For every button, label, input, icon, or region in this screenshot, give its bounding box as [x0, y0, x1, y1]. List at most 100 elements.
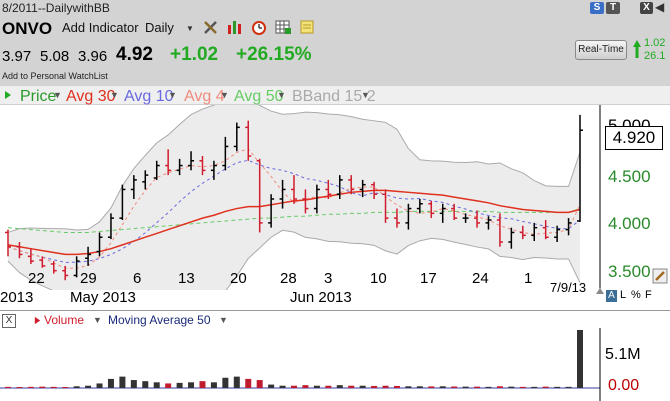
volume-bar — [474, 386, 481, 388]
period-select[interactable]: Daily — [145, 20, 174, 35]
volume-bar — [245, 378, 252, 388]
volume-zero-label: 0.00 — [608, 377, 640, 394]
x-tick: 29 — [80, 270, 97, 287]
chevron-down-icon[interactable]: ▼ — [186, 24, 194, 33]
y-tick-3500: 3.500 — [608, 262, 651, 281]
month-label: 2013 — [0, 289, 34, 306]
volume-bar — [348, 385, 355, 388]
scale-f-button[interactable]: F — [645, 289, 652, 301]
symbol-label[interactable]: ONVO — [2, 19, 52, 39]
volume-bar — [451, 386, 458, 388]
add-to-watchlist-link[interactable]: Add to Personal WatchList — [2, 71, 108, 81]
volume-bar — [130, 380, 137, 388]
volume-bar — [313, 385, 320, 388]
x-tick: 6 — [133, 270, 142, 287]
volume-bar — [210, 382, 217, 388]
x-tick: 1 — [524, 270, 533, 287]
volume-bar — [359, 385, 366, 388]
chevron-down-icon[interactable]: ▼ — [277, 90, 286, 100]
volume-bar — [153, 382, 160, 388]
volume-bar — [73, 386, 80, 388]
chevron-down-icon[interactable]: ▼ — [53, 90, 62, 100]
chevron-down-icon[interactable]: ▼ — [219, 315, 228, 325]
moving-average-label[interactable]: Moving Average 50 — [108, 313, 211, 327]
close-volume-button[interactable]: X — [2, 314, 16, 328]
legend-avg4[interactable]: Avg 4 — [184, 88, 225, 106]
chart-title: 8/2011--DailywithBB — [2, 1, 110, 15]
side-change-value: 1.02 — [644, 37, 666, 49]
volume-bar — [142, 381, 149, 388]
volume-bar — [119, 376, 126, 388]
volume-bar — [39, 386, 46, 388]
chevron-down-icon[interactable]: ▼ — [361, 90, 370, 100]
low-price: 3.96 — [78, 48, 108, 65]
volume-bar — [199, 381, 206, 388]
x-tick: 13 — [178, 270, 195, 287]
chevron-down-icon[interactable]: ▼ — [220, 90, 229, 100]
s-badge-button[interactable]: S — [590, 2, 604, 14]
volume-bar — [188, 382, 195, 388]
alarm-clock-icon[interactable] — [250, 18, 268, 36]
price-chart[interactable] — [0, 105, 670, 290]
x-tick: 10 — [370, 270, 387, 287]
scale-a-button[interactable]: A — [606, 290, 617, 302]
legend-price[interactable]: Price — [20, 88, 56, 106]
y-tick-4000: 4.000 — [608, 214, 651, 233]
collapse-arrow-button[interactable]: ◀ — [655, 0, 664, 14]
y-tick-4500: 4.500 — [608, 167, 651, 186]
x-tick: 20 — [230, 270, 247, 287]
volume-bar — [519, 386, 526, 388]
volume-bar — [291, 385, 297, 388]
scale-log-button[interactable]: L — [620, 289, 626, 301]
volume-bar — [222, 377, 229, 388]
bars-icon[interactable] — [226, 18, 244, 36]
chevron-down-icon[interactable]: ▼ — [93, 315, 102, 325]
x-tick: 17 — [420, 270, 437, 287]
price-change: +1.02 — [170, 44, 219, 65]
x-tick: 28 — [280, 270, 297, 287]
x-tick: 3 — [324, 270, 333, 287]
close-button[interactable]: X — [640, 2, 653, 14]
volume-bar — [5, 386, 11, 388]
high-price: 5.08 — [40, 48, 70, 65]
chevron-down-icon[interactable]: ▼ — [168, 90, 177, 100]
current-price-box: 4.920 — [605, 126, 663, 150]
open-price: 3.97 — [2, 48, 32, 65]
scale-percent-button[interactable]: % — [631, 289, 641, 301]
add-indicator-button[interactable]: Add Indicator — [62, 20, 139, 35]
volume-bar — [554, 386, 561, 388]
side-change-percent: 26.1 — [644, 50, 666, 62]
grid-icon[interactable] — [274, 18, 292, 36]
note-icon[interactable] — [298, 18, 316, 36]
volume-bar — [85, 385, 92, 388]
volume-bar — [302, 385, 309, 388]
volume-bar — [256, 380, 263, 388]
volume-bar — [233, 376, 240, 388]
wrench-icon[interactable] — [202, 18, 220, 36]
t-badge-button[interactable]: T — [606, 2, 620, 14]
volume-bar — [16, 387, 23, 388]
volume-arrow-icon[interactable] — [33, 316, 42, 325]
chevron-down-icon[interactable]: ▼ — [110, 90, 119, 100]
current-volume: 5.1M — [605, 346, 641, 363]
volume-chart[interactable] — [0, 328, 670, 401]
volume-bar — [325, 385, 332, 388]
volume-bar — [428, 386, 435, 388]
realtime-button[interactable]: Real-Time — [575, 40, 627, 60]
volume-bar — [565, 386, 572, 388]
pencil-icon[interactable] — [652, 268, 668, 284]
volume-bar — [508, 386, 515, 388]
arrow-up-icon — [633, 40, 641, 58]
legend-avg10[interactable]: Avg 10 — [124, 88, 174, 106]
date-readout: 7/9/13 — [550, 280, 587, 295]
volume-bar — [405, 386, 412, 388]
legend-arrow-icon[interactable] — [3, 90, 13, 100]
volume-bar — [416, 386, 423, 388]
volume-bar — [439, 386, 446, 388]
legend-avg30[interactable]: Avg 30 — [66, 88, 116, 106]
month-label: Jun 2013 — [290, 289, 352, 306]
volume-bar — [496, 386, 503, 388]
chevron-up-icon[interactable] — [596, 288, 604, 294]
volume-label[interactable]: Volume — [44, 313, 84, 327]
volume-bars — [5, 330, 583, 388]
